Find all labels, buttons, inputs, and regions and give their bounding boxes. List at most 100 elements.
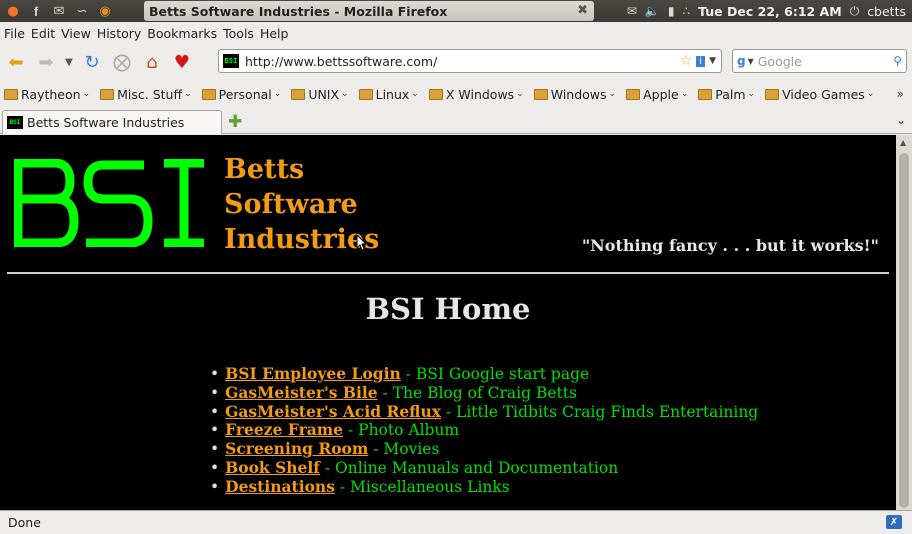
- list-item: Screening Room - Movies: [210, 440, 758, 459]
- bookmark-folder-linux[interactable]: Linux ⌄: [358, 86, 419, 102]
- menu-file[interactable]: File: [3, 26, 30, 41]
- url-dropdown-icon[interactable]: ▼: [709, 56, 716, 66]
- network-icon[interactable]: ∴: [682, 4, 690, 18]
- folder-icon: [428, 88, 443, 100]
- link-screening-room[interactable]: Screening Room: [225, 439, 368, 458]
- tab-title: Betts Software Industries: [27, 115, 185, 130]
- bookmark-folder-palm[interactable]: Palm ⌄: [698, 87, 755, 102]
- forward-button[interactable]: ➡: [32, 48, 60, 76]
- link-acid-reflux[interactable]: GasMeister's Acid Reflux: [225, 402, 441, 421]
- bookmark-label: Raytheon: [21, 86, 81, 102]
- link-destinations[interactable]: Destinations: [225, 477, 335, 496]
- list-item: Destinations - Miscellaneous Links: [210, 477, 758, 497]
- search-input[interactable]: Google: [758, 54, 893, 69]
- bookmarks-overflow-icon[interactable]: »: [897, 87, 904, 101]
- folder-icon: [291, 88, 306, 100]
- chevron-down-icon: ⌄: [680, 89, 689, 99]
- site-info-icon[interactable]: i: [696, 55, 706, 67]
- ubuntu-menu-icon[interactable]: ●: [3, 2, 23, 20]
- reload-button[interactable]: ↻: [78, 48, 106, 76]
- bookmark-label: UNIX: [308, 86, 340, 102]
- chevron-down-icon: ⌄: [747, 89, 756, 99]
- link-freeze-frame[interactable]: Freeze Frame: [225, 420, 343, 439]
- bookmark-star-icon[interactable]: ☆: [680, 53, 693, 69]
- status-bar: Done ✗: [0, 510, 912, 534]
- home-button[interactable]: ⌂: [138, 48, 166, 76]
- bookmark-folder-windows[interactable]: Windows ⌄: [533, 87, 616, 102]
- scroll-thumb[interactable]: [899, 153, 909, 508]
- mail-icon[interactable]: ✉: [49, 2, 69, 20]
- mail-indicator-icon[interactable]: ✉: [627, 4, 637, 18]
- bookmark-folder-video-games[interactable]: Video Games ⌄: [765, 87, 874, 102]
- list-item: BSI Employee Login - BSI Google start pa…: [210, 365, 758, 384]
- window-title-bar[interactable]: Betts Software Industries - Mozilla Fire…: [144, 1, 594, 21]
- url-input[interactable]: http://www.bettssoftware.com/: [245, 54, 680, 69]
- search-icon[interactable]: ⚲: [893, 54, 902, 68]
- tab-list-chevron-icon[interactable]: ⌄: [896, 113, 906, 127]
- scroll-up-icon[interactable]: ▲: [900, 138, 906, 147]
- rss-icon[interactable]: ∽: [72, 2, 92, 20]
- mouse-cursor-icon: [356, 234, 368, 251]
- page-content: Betts Software Industries "Nothing fancy…: [0, 135, 896, 510]
- link-book-shelf[interactable]: Book Shelf: [225, 458, 320, 477]
- menu-tools[interactable]: Tools: [222, 26, 259, 41]
- link-description: - Movies: [368, 440, 440, 459]
- site-favicon-icon: BSI: [223, 54, 239, 68]
- back-button[interactable]: ⬅: [2, 48, 30, 76]
- list-item: Freeze Frame - Photo Album: [210, 421, 758, 440]
- brand-line-1: Betts: [224, 154, 305, 185]
- bookmarks-toolbar: Raytheon ⌄ Misc. Stuff ⌄ Personal ⌄ UNIX ⌄ L…: [0, 82, 912, 106]
- url-bar[interactable]: BSI http://www.bettssoftware.com/ ☆ i ▼: [218, 49, 722, 73]
- tab-betts-software[interactable]: BSI Betts Software Industries: [2, 110, 222, 134]
- link-gasmeisters-bile[interactable]: GasMeister's Bile: [225, 383, 377, 402]
- addon-status-icon[interactable]: ✗: [886, 515, 902, 529]
- firefox-launcher-icon[interactable]: ◉: [95, 2, 115, 20]
- user-name[interactable]: cbetts: [867, 4, 906, 19]
- bookmark-label: Linux: [375, 86, 410, 102]
- menu-bookmarks[interactable]: Bookmarks: [146, 26, 222, 41]
- link-description: - Miscellaneous Links: [334, 477, 510, 496]
- list-item: Book Shelf - Online Manuals and Document…: [210, 459, 758, 478]
- link-description: - Online Manuals and Documentation: [319, 458, 619, 477]
- bookmark-label: Palm: [715, 86, 746, 102]
- bookmark-heart-icon[interactable]: ♥: [168, 48, 196, 76]
- bookmark-folder-personal[interactable]: Personal ⌄: [201, 86, 281, 102]
- new-tab-button[interactable]: ✚: [228, 112, 242, 132]
- battery-icon[interactable]: ▮: [668, 4, 675, 18]
- bookmark-folder-misc[interactable]: Misc. Stuff ⌄: [100, 87, 192, 102]
- facebook-icon[interactable]: f: [26, 2, 46, 20]
- search-bar[interactable]: g ▼ Google ⚲: [732, 49, 907, 73]
- system-panel: ● f ✉ ∽ ◉ Betts Software Industries - Mo…: [0, 0, 912, 22]
- link-employee-login[interactable]: BSI Employee Login: [225, 364, 401, 383]
- folder-icon: [626, 88, 641, 100]
- history-dropdown-icon[interactable]: ▼: [62, 48, 76, 76]
- bookmark-folder-unix[interactable]: UNIX ⌄: [291, 86, 349, 102]
- brand-line-2: Software: [224, 189, 358, 220]
- clock[interactable]: Tue Dec 22, 6:12 AM: [698, 4, 842, 19]
- link-description: - Photo Album: [343, 421, 460, 440]
- menu-help[interactable]: Help: [259, 26, 294, 41]
- stop-button[interactable]: ⨂: [108, 48, 136, 76]
- system-tray: ✉ 🔈 ▮ ∴ Tue Dec 22, 6:12 AM ⏻ cbetts: [627, 0, 912, 22]
- link-description: - The Blog of Craig Betts: [377, 383, 577, 402]
- bookmark-folder-raytheon[interactable]: Raytheon ⌄: [4, 87, 90, 102]
- volume-icon[interactable]: 🔈: [645, 4, 660, 18]
- tab-strip: BSI Betts Software Industries ✚ ⌄: [0, 108, 912, 134]
- menu-history[interactable]: History: [96, 26, 146, 41]
- chevron-down-icon: ⌄: [866, 89, 875, 99]
- menu-edit[interactable]: Edit: [30, 26, 60, 41]
- folder-icon: [100, 88, 115, 100]
- menu-view[interactable]: View: [60, 26, 96, 41]
- divider: [7, 272, 889, 274]
- google-engine-icon[interactable]: g: [737, 54, 746, 68]
- window-close-icon[interactable]: ✖: [577, 3, 588, 18]
- bookmark-label: Personal: [218, 86, 272, 102]
- bookmark-folder-apple[interactable]: Apple ⌄: [626, 87, 688, 102]
- bookmark-folder-xwindows[interactable]: X Windows ⌄: [428, 87, 524, 102]
- folder-icon: [698, 88, 713, 100]
- engine-dropdown-icon[interactable]: ▼: [748, 57, 754, 66]
- power-icon[interactable]: ⏻: [850, 4, 860, 19]
- vertical-scrollbar[interactable]: ▲: [896, 135, 912, 510]
- link-description: - BSI Google start page: [400, 365, 590, 383]
- folder-icon: [4, 88, 18, 100]
